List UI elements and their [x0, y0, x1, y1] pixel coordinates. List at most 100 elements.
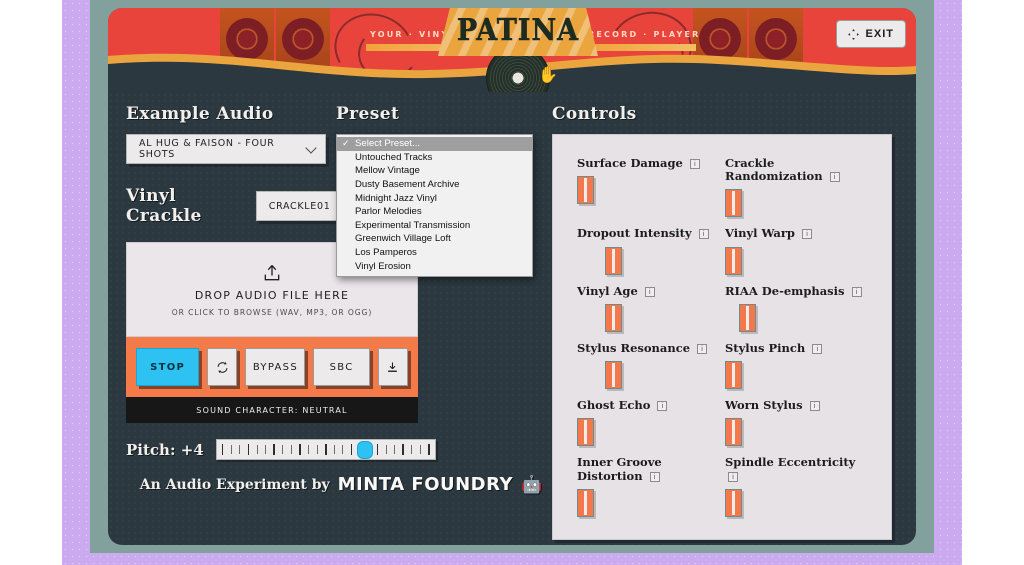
- pitch-tick: [299, 444, 301, 455]
- app-surface: YOUR · VINYL RECORD · PLAYER ✋ PATINA EX…: [108, 8, 916, 545]
- control-label: Stylus Resonance i: [577, 341, 717, 355]
- control-slider-thumb[interactable]: [612, 363, 615, 388]
- bypass-button[interactable]: BYPASS: [245, 348, 306, 386]
- controls-heading: Controls: [552, 104, 637, 124]
- control-label: Spindle Eccentricity i: [725, 455, 856, 482]
- pitch-tick: [247, 444, 250, 455]
- info-icon[interactable]: i: [809, 401, 820, 412]
- control-slider-thumb[interactable]: [584, 490, 587, 515]
- control-slider-thumb[interactable]: [612, 248, 615, 273]
- pitch-tick: [394, 445, 396, 454]
- preset-option-label: Mellow Vintage: [355, 165, 420, 177]
- control-slider[interactable]: [725, 418, 742, 447]
- control-slider[interactable]: [577, 176, 594, 205]
- control-label: Worn Stylus i: [725, 398, 865, 412]
- control-slider[interactable]: [739, 303, 756, 332]
- control-slider-thumb[interactable]: [584, 420, 587, 445]
- control-slider-thumb[interactable]: [732, 248, 735, 273]
- pitch-tick: [333, 445, 335, 454]
- control-slider[interactable]: [725, 488, 742, 517]
- info-icon[interactable]: i: [649, 471, 660, 482]
- sbc-button[interactable]: SBC: [313, 348, 370, 386]
- preset-option[interactable]: Untouched Tracks: [337, 151, 532, 165]
- download-icon: [388, 362, 398, 372]
- control-slider[interactable]: [577, 488, 594, 517]
- patina-logo-plaque: PATINA: [438, 8, 598, 56]
- preset-option-label: Greenwich Village Loft: [355, 233, 451, 245]
- control-label: Ghost Echo i: [577, 398, 717, 412]
- info-icon[interactable]: i: [829, 172, 840, 183]
- control-slider[interactable]: [725, 189, 742, 218]
- control-slider-thumb[interactable]: [732, 363, 735, 388]
- info-icon[interactable]: i: [812, 343, 823, 354]
- control-item: Crackle Randomization i: [725, 156, 873, 218]
- stop-button[interactable]: STOP: [136, 348, 200, 386]
- footer-credit: An Audio Experiment by MINTA FOUNDRY 🤖: [126, 474, 556, 495]
- download-button[interactable]: [377, 348, 408, 386]
- vinyl-crackle-selected-value: CRACKLE01: [268, 200, 331, 212]
- controls-column: Controls Surface Damage i Crackle Randomi…: [552, 104, 900, 540]
- control-item: Spindle Eccentricity i: [725, 455, 873, 517]
- control-item: Stylus Resonance i: [577, 341, 725, 390]
- control-slider[interactable]: [725, 246, 742, 275]
- stop-button-label: STOP: [150, 361, 186, 373]
- preset-option[interactable]: Dusty Basement Archive: [337, 178, 532, 192]
- control-slider[interactable]: [577, 418, 594, 447]
- preset-option[interactable]: Midnight Jazz Vinyl: [337, 191, 532, 205]
- control-slider-thumb[interactable]: [746, 305, 749, 330]
- control-label: Dropout Intensity i: [577, 227, 717, 240]
- info-icon[interactable]: i: [801, 229, 812, 240]
- control-item: RIAA De-emphasis i: [725, 284, 873, 332]
- control-slider-thumb[interactable]: [732, 191, 735, 216]
- pitch-tick: [221, 444, 224, 455]
- pitch-label-text: Pitch:: [126, 440, 176, 459]
- example-audio-select[interactable]: AL HUG & FAISON - FOUR SHOTS: [126, 134, 326, 164]
- pitch-slider-thumb[interactable]: [358, 442, 373, 458]
- bypass-button-label: BYPASS: [252, 361, 298, 373]
- control-item: Worn Stylus i: [725, 398, 873, 447]
- info-icon[interactable]: i: [689, 159, 700, 169]
- pitch-row: Pitch: +4: [126, 439, 436, 460]
- drop-zone-subtitle: OR CLICK TO BROWSE (WAV, MP3, OR OGG): [171, 307, 373, 317]
- pitch-tick: [428, 444, 430, 455]
- control-slider[interactable]: [605, 303, 622, 332]
- control-item: Surface Damage i: [577, 156, 725, 217]
- exit-button[interactable]: EXIT: [835, 20, 906, 48]
- preset-option[interactable]: Mellow Vintage: [337, 164, 532, 178]
- preset-option-label: Select Preset...: [355, 138, 421, 150]
- control-item: Ghost Echo i: [577, 398, 725, 447]
- preset-option[interactable]: Los Pamperos: [337, 246, 532, 260]
- info-icon[interactable]: i: [697, 343, 708, 354]
- pitch-tick: [402, 444, 405, 455]
- control-item: Vinyl Warp i: [725, 227, 873, 275]
- preset-option[interactable]: Parlor Melodies: [337, 205, 532, 219]
- preset-option[interactable]: Experimental Transmission: [337, 219, 532, 233]
- control-slider[interactable]: [725, 361, 742, 390]
- preset-option[interactable]: Vinyl Erosion: [337, 259, 532, 273]
- pitch-tick: [419, 445, 421, 454]
- loop-button[interactable]: [207, 348, 238, 386]
- info-icon[interactable]: i: [698, 229, 709, 240]
- control-slider-thumb[interactable]: [612, 305, 615, 330]
- preset-option-label: Midnight Jazz Vinyl: [355, 192, 437, 204]
- control-slider-thumb[interactable]: [584, 178, 587, 203]
- control-label: Surface Damage i: [577, 156, 717, 170]
- preset-option[interactable]: ✓ Select Preset...: [337, 137, 532, 151]
- example-audio-selected-value: AL HUG & FAISON - FOUR SHOTS: [139, 138, 275, 160]
- preset-option[interactable]: Greenwich Village Loft: [337, 232, 532, 246]
- exit-label: EXIT: [865, 28, 894, 40]
- controls-panel: Surface Damage i Crackle Randomization i D…: [552, 134, 892, 540]
- info-icon[interactable]: i: [728, 471, 738, 482]
- control-slider[interactable]: [605, 361, 622, 390]
- pitch-tick: [239, 445, 241, 454]
- control-slider[interactable]: [605, 246, 622, 275]
- preset-option-label: Parlor Melodies: [355, 206, 422, 218]
- pitch-slider[interactable]: [215, 439, 436, 460]
- info-icon[interactable]: i: [657, 401, 668, 412]
- preset-dropdown-menu[interactable]: ✓ Select Preset... Untouched Tracks Mellow …: [336, 134, 533, 277]
- control-slider-thumb[interactable]: [732, 490, 735, 515]
- info-icon[interactable]: i: [644, 286, 655, 297]
- info-icon[interactable]: i: [851, 286, 862, 297]
- control-slider-thumb[interactable]: [732, 420, 735, 445]
- sound-character-status: SOUND CHARACTER: NEUTRAL: [126, 397, 418, 423]
